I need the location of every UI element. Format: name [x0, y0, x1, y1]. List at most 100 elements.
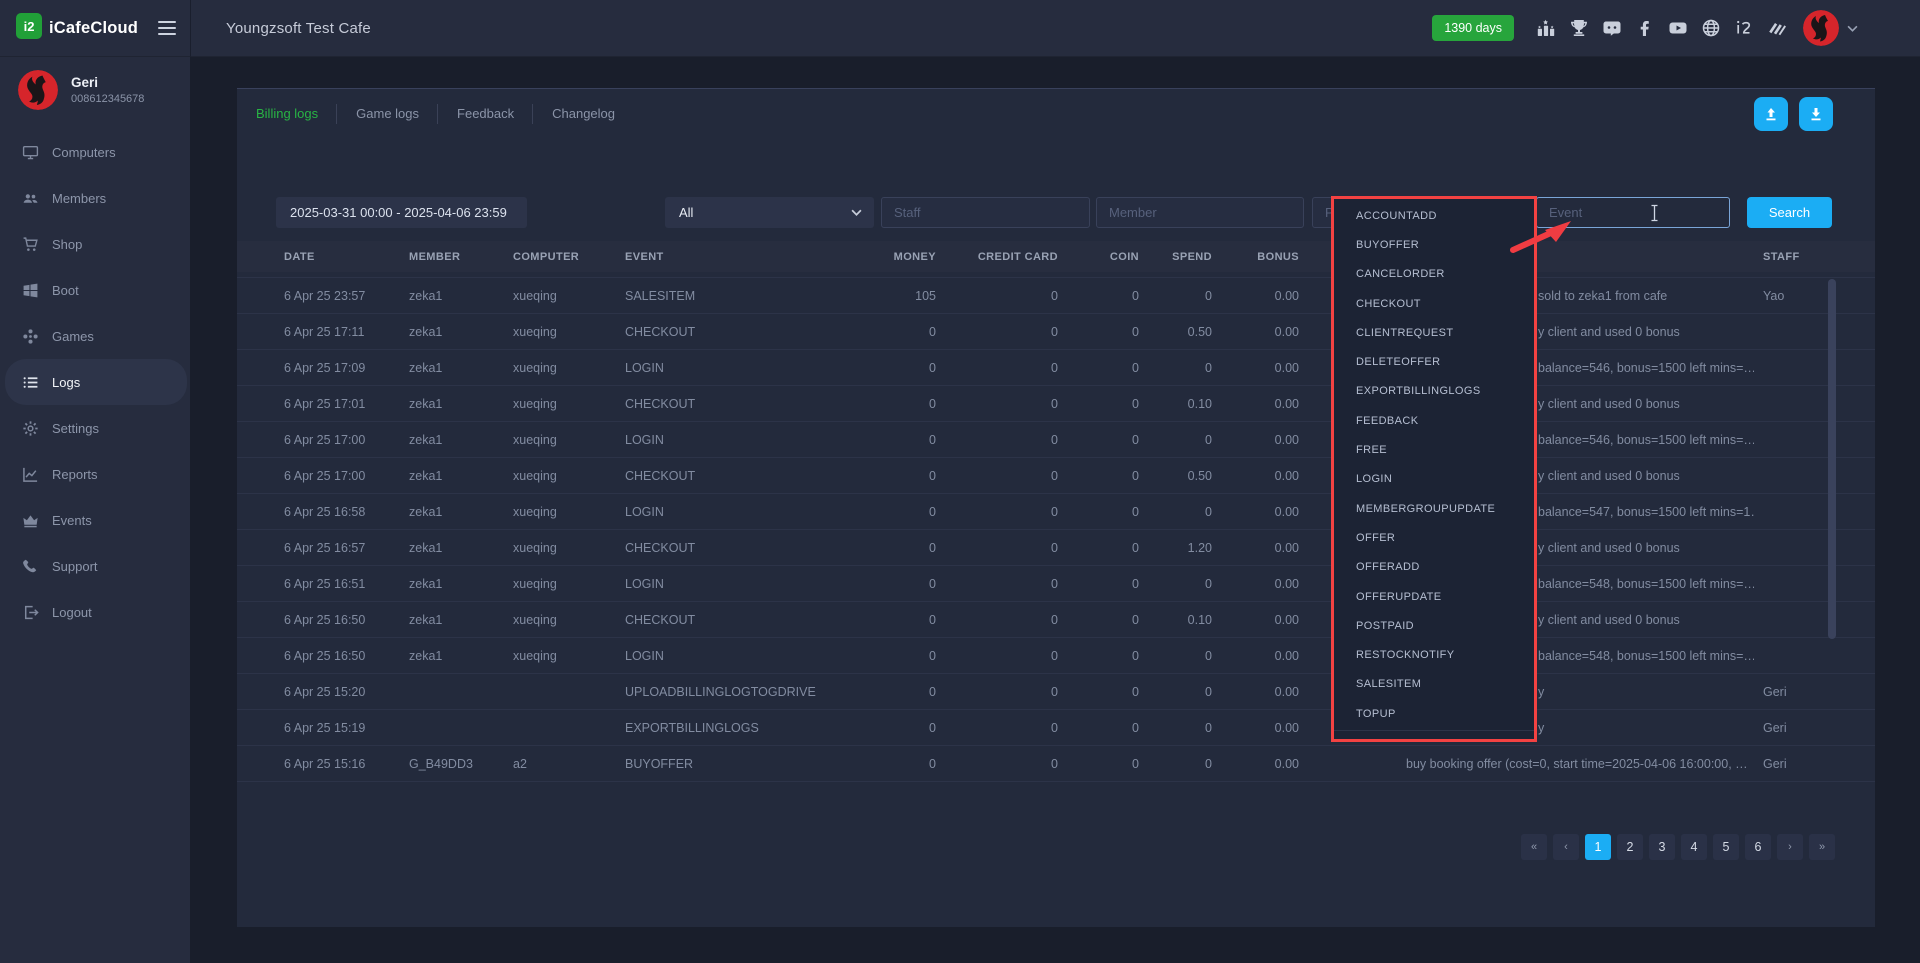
user-avatar[interactable]	[18, 70, 58, 110]
cell-credit-card: 0	[936, 613, 1058, 627]
table-row[interactable]: 6 Apr 25 15:20 UPLOADBILLINGLOGTOGDRIVE …	[237, 674, 1875, 710]
header-actions: 1390 days	[1432, 10, 1920, 46]
page-nav-button[interactable]: ‹	[1553, 834, 1579, 860]
upload-button[interactable]	[1754, 97, 1788, 131]
table-row[interactable]: 6 Apr 25 17:09 zeka1 xueqing LOGIN 0 0 0…	[237, 350, 1875, 386]
column-header-coin: COIN	[1058, 251, 1139, 263]
page-button-1[interactable]: 1	[1585, 834, 1611, 860]
search-button[interactable]: Search	[1747, 197, 1832, 228]
cell-date: 6 Apr 25 23:57	[284, 289, 409, 303]
table-row[interactable]: 6 Apr 25 17:00 zeka1 xueqing CHECKOUT 0 …	[237, 458, 1875, 494]
event-input[interactable]	[1536, 197, 1730, 228]
menu-toggle-icon[interactable]	[158, 17, 176, 39]
table-row[interactable]: 6 Apr 25 16:51 zeka1 xueqing LOGIN 0 0 0…	[237, 566, 1875, 602]
reports-icon	[22, 466, 39, 483]
event-option-topup[interactable]: TOPUP	[1334, 699, 1534, 728]
discord-icon[interactable]	[1602, 18, 1622, 38]
cell-credit-card: 0	[936, 397, 1058, 411]
youtube-icon[interactable]	[1668, 18, 1688, 38]
cell-member: zeka1	[409, 433, 513, 447]
event-option-checkout[interactable]: CHECKOUT	[1334, 289, 1534, 318]
tab-billing-logs[interactable]: Billing logs	[237, 99, 337, 129]
event-option-membergroupupdate[interactable]: MEMBERGROUPUPDATE	[1334, 494, 1534, 523]
cell-spend: 0	[1139, 361, 1212, 375]
event-option-restocknotify[interactable]: RESTOCKNOTIFY	[1334, 640, 1534, 669]
tab-changelog[interactable]: Changelog	[533, 99, 634, 129]
page-button-6[interactable]: 6	[1745, 834, 1771, 860]
page-button-4[interactable]: 4	[1681, 834, 1707, 860]
tab-feedback[interactable]: Feedback	[438, 99, 533, 129]
download-button[interactable]	[1799, 97, 1833, 131]
table-row[interactable]: 6 Apr 25 15:19 EXPORTBILLINGLOGS 0 0 0 0…	[237, 710, 1875, 746]
sidebar-item-boot[interactable]: Boot	[0, 267, 190, 313]
table-row[interactable]: 6 Apr 25 16:58 zeka1 xueqing LOGIN 0 0 0…	[237, 494, 1875, 530]
event-option-feedback[interactable]: FEEDBACK	[1334, 406, 1534, 435]
cell-spend: 0.50	[1139, 325, 1212, 339]
dropdown-footer	[1334, 730, 1534, 738]
page-nav-button[interactable]: «	[1521, 834, 1547, 860]
ranking-icon[interactable]	[1536, 18, 1556, 38]
sidebar-item-members[interactable]: Members	[0, 175, 190, 221]
member-input[interactable]	[1096, 197, 1304, 228]
event-option-login[interactable]: LOGIN	[1334, 465, 1534, 494]
sidebar-item-events[interactable]: Events	[0, 497, 190, 543]
event-option-offer[interactable]: OFFER	[1334, 523, 1534, 552]
type-select[interactable]: All	[665, 197, 874, 228]
date-range-input[interactable]: 2025-03-31 00:00 - 2025-04-06 23:59	[276, 197, 527, 228]
table-row[interactable]: 6 Apr 25 15:16 G_B49DD3 a2 BUYOFFER 0 0 …	[237, 746, 1875, 782]
table-row[interactable]: 6 Apr 25 16:50 zeka1 xueqing LOGIN 0 0 0…	[237, 638, 1875, 674]
table-row[interactable]: 6 Apr 25 17:11 zeka1 xueqing CHECKOUT 0 …	[237, 314, 1875, 350]
column-header-bonus: BONUS	[1212, 251, 1299, 263]
event-option-salesitem[interactable]: SALESITEM	[1334, 670, 1534, 699]
trophy-icon[interactable]	[1569, 18, 1589, 38]
event-option-free[interactable]: FREE	[1334, 435, 1534, 464]
table-row[interactable]: 6 Apr 25 16:50 zeka1 xueqing CHECKOUT 0 …	[237, 602, 1875, 638]
icafecloud-logo[interactable]: i2 iCafeCloud	[16, 13, 138, 44]
page-button-5[interactable]: 5	[1713, 834, 1739, 860]
page-button-2[interactable]: 2	[1617, 834, 1643, 860]
page-nav-button[interactable]: »	[1809, 834, 1835, 860]
cell-date: 6 Apr 25 16:57	[284, 541, 409, 555]
sidebar-item-logout[interactable]: Logout	[0, 589, 190, 635]
sidebar-item-settings[interactable]: Settings	[0, 405, 190, 451]
sidebar-item-reports[interactable]: Reports	[0, 451, 190, 497]
page-nav-button[interactable]: ›	[1777, 834, 1803, 860]
cell-date: 6 Apr 25 15:20	[284, 685, 409, 699]
table-scrollbar[interactable]	[1828, 279, 1836, 639]
icafe-icon[interactable]	[1734, 18, 1754, 38]
cell-event: SALESITEM	[625, 289, 865, 303]
event-option-offeradd[interactable]: OFFERADD	[1334, 553, 1534, 582]
event-option-postpaid[interactable]: POSTPAID	[1334, 611, 1534, 640]
cell-spend: 0	[1139, 577, 1212, 591]
table-row[interactable]: 6 Apr 25 17:01 zeka1 xueqing CHECKOUT 0 …	[237, 386, 1875, 422]
event-option-deleteoffer[interactable]: DELETEOFFER	[1334, 347, 1534, 376]
staff-input[interactable]	[881, 197, 1090, 228]
sidebar-item-logs[interactable]: Logs	[5, 359, 187, 405]
tab-game-logs[interactable]: Game logs	[337, 99, 438, 129]
cell-money: 0	[865, 649, 936, 663]
chevron-down-icon[interactable]	[1847, 25, 1858, 32]
event-option-clientrequest[interactable]: CLIENTREQUEST	[1334, 318, 1534, 347]
import-export-tools	[1754, 97, 1833, 131]
event-option-cancelorder[interactable]: CANCELORDER	[1334, 260, 1534, 289]
sidebar-item-support[interactable]: Support	[0, 543, 190, 589]
table-row[interactable]: 6 Apr 25 23:57 zeka1 xueqing SALESITEM 1…	[237, 278, 1875, 314]
event-option-offerupdate[interactable]: OFFERUPDATE	[1334, 582, 1534, 611]
cell-staff: Geri	[1754, 757, 1875, 771]
table-row[interactable]: 6 Apr 25 16:57 zeka1 xueqing CHECKOUT 0 …	[237, 530, 1875, 566]
cell-member: zeka1	[409, 577, 513, 591]
event-option-buyoffer[interactable]: BUYOFFER	[1334, 230, 1534, 259]
event-option-exportbillinglogs[interactable]: EXPORTBILLINGLOGS	[1334, 377, 1534, 406]
sidebar-item-computers[interactable]: Computers	[0, 129, 190, 175]
page-button-3[interactable]: 3	[1649, 834, 1675, 860]
event-option-accountadd[interactable]: ACCOUNTADD	[1334, 201, 1534, 230]
account-avatar[interactable]	[1803, 10, 1839, 46]
sidebar-item-games[interactable]: Games	[0, 313, 190, 359]
layers-icon[interactable]	[1767, 18, 1787, 38]
sidebar-item-label: Events	[52, 513, 92, 528]
facebook-icon[interactable]	[1635, 18, 1655, 38]
subscription-days-badge[interactable]: 1390 days	[1432, 15, 1514, 41]
globe-icon[interactable]	[1701, 18, 1721, 38]
sidebar-item-shop[interactable]: Shop	[0, 221, 190, 267]
table-row[interactable]: 6 Apr 25 17:00 zeka1 xueqing LOGIN 0 0 0…	[237, 422, 1875, 458]
